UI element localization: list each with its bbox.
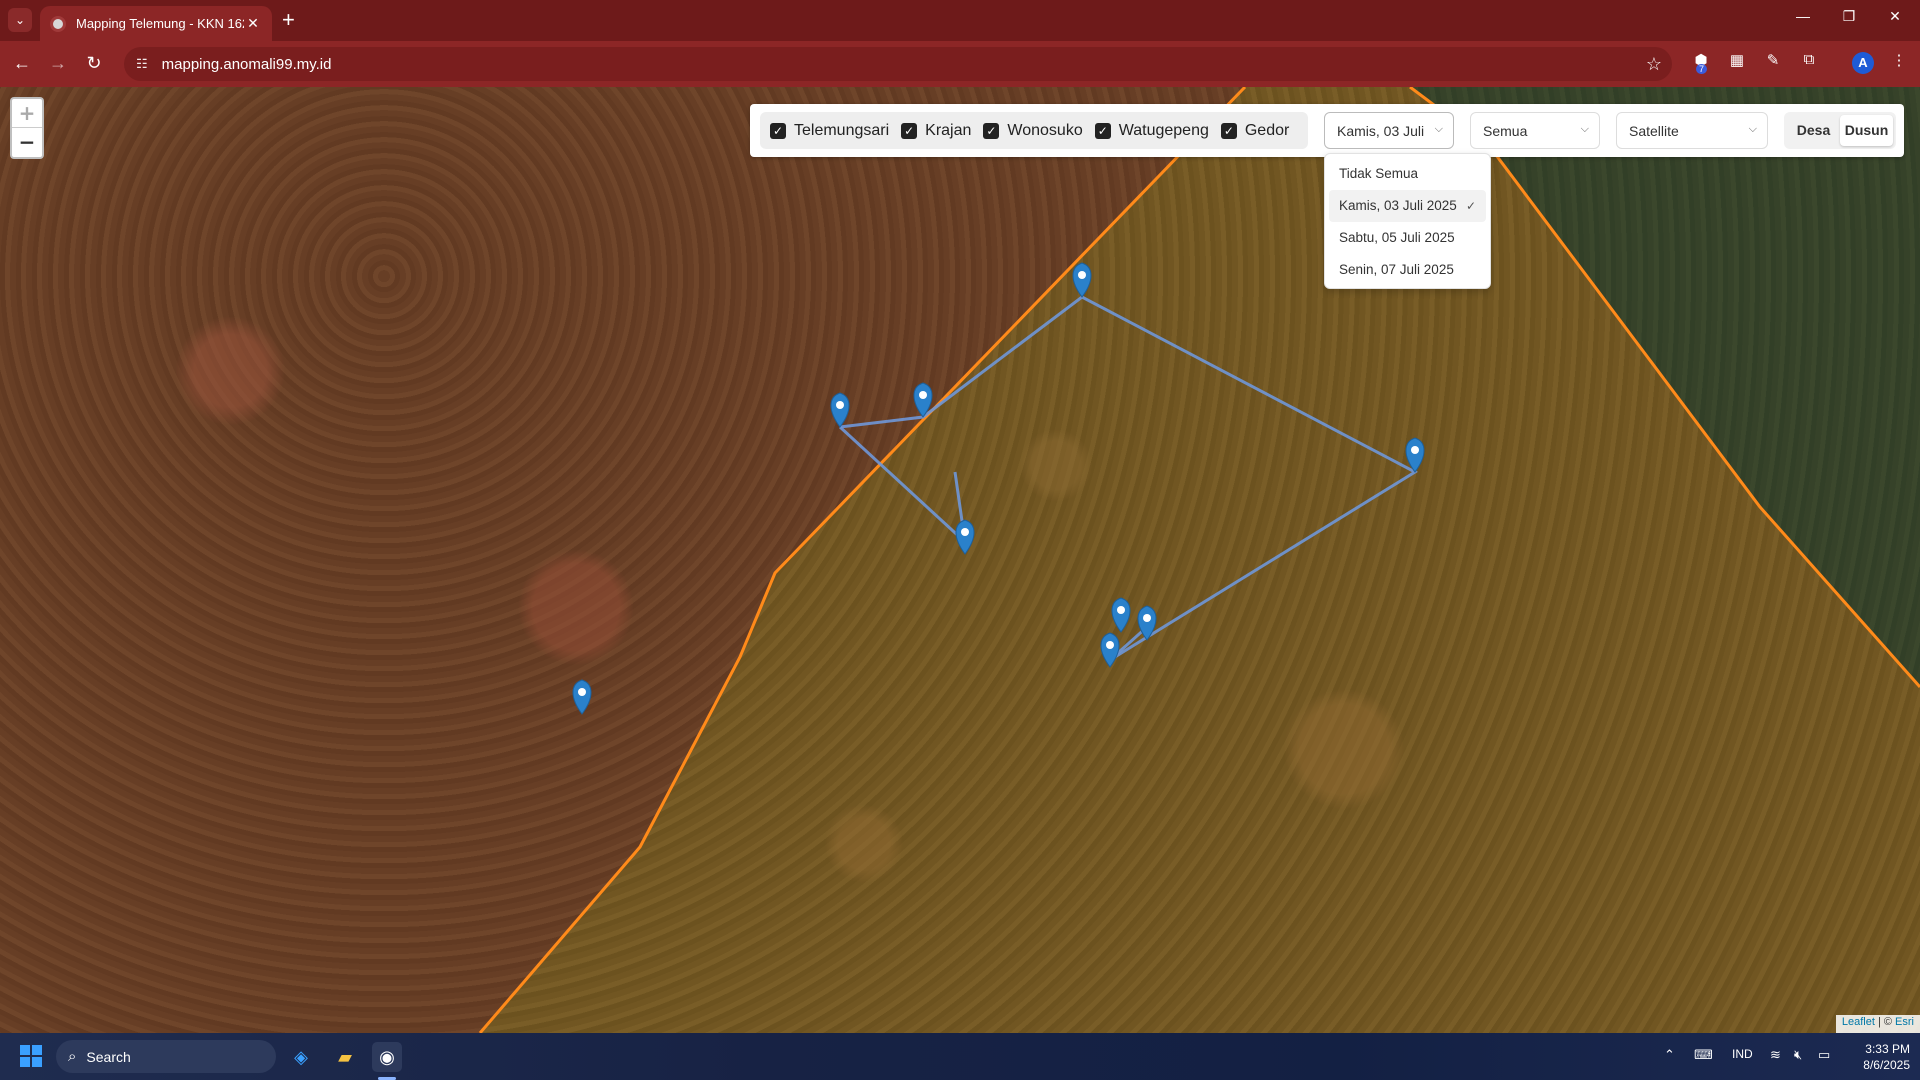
esri-link[interactable]: Esri bbox=[1895, 1016, 1914, 1028]
forward-icon[interactable]: → bbox=[46, 53, 70, 74]
checkbox-checked-icon[interactable]: ✓ bbox=[1094, 122, 1111, 139]
chevron-down-icon: ⌵ bbox=[1434, 123, 1443, 135]
wifi-icon[interactable]: ≋ bbox=[1770, 1047, 1781, 1063]
zoom-in-button[interactable]: + bbox=[12, 99, 42, 128]
map-overlay bbox=[0, 87, 1920, 1033]
zoom-out-button[interactable]: − bbox=[12, 128, 42, 157]
puzzle-icon[interactable]: ⧉ bbox=[1798, 51, 1820, 73]
toggle-desa[interactable]: Desa bbox=[1787, 115, 1840, 146]
back-icon[interactable]: ← bbox=[10, 53, 34, 74]
profile-avatar[interactable]: A bbox=[1852, 52, 1874, 74]
volume-muted-icon[interactable]: 🔇︎ bbox=[1794, 1047, 1802, 1063]
filter-panel: ✓ Telemungsari ✓ Krajan ✓ Wonosuko ✓ Watugep… bbox=[750, 104, 1904, 157]
site-info-icon[interactable]: ☷ bbox=[136, 56, 148, 72]
show-hidden-icons-icon[interactable]: ⌃ bbox=[1664, 1047, 1675, 1063]
dropdown-option-selected[interactable]: Kamis, 03 Juli 2025 ✓ bbox=[1329, 190, 1486, 222]
chevron-down-icon: ⌵ bbox=[1580, 123, 1589, 135]
checkbox-wonosuko[interactable]: ✓ Wonosuko bbox=[983, 122, 1083, 140]
vscode-icon[interactable]: ◈ bbox=[286, 1042, 316, 1072]
region-checkbox-group: ✓ Telemungsari ✓ Krajan ✓ Wonosuko ✓ Watugep… bbox=[760, 112, 1308, 149]
new-tab-button[interactable]: + bbox=[282, 8, 295, 32]
date-select[interactable]: Kamis, 03 Juli ⌵ bbox=[1324, 112, 1454, 149]
browser-tab-bar: ⌄ Mapping Telemung - KKN 162 ✕ + — ❐ ✕ bbox=[0, 0, 1920, 41]
checkbox-checked-icon[interactable]: ✓ bbox=[1220, 122, 1237, 139]
battery-icon[interactable]: ▭ bbox=[1818, 1047, 1830, 1063]
windows-taskbar: ⌕ Search ◈ ▰ ◉ ⌃ ⌨ IND ≋ 🔇︎ ▭ 3:33 PM 8/… bbox=[0, 1033, 1920, 1080]
dropdown-option[interactable]: Senin, 07 Juli 2025 bbox=[1329, 254, 1486, 286]
level-toggle: Desa Dusun bbox=[1784, 112, 1896, 149]
checkbox-krajan[interactable]: ✓ Krajan bbox=[901, 122, 971, 140]
checkbox-gedor[interactable]: ✓ Gedor bbox=[1220, 122, 1289, 140]
keyboard-icon[interactable]: ⌨ bbox=[1694, 1047, 1713, 1063]
reload-icon[interactable]: ↻ bbox=[82, 53, 106, 74]
address-toolbar: ← → ↻ ☷ mapping.anomali99.my.id ☆ bbox=[0, 41, 1920, 87]
language-indicator[interactable]: IND bbox=[1732, 1047, 1753, 1061]
bookmark-star-icon[interactable]: ☆ bbox=[1646, 54, 1662, 75]
pen-icon[interactable]: ✎ bbox=[1762, 51, 1784, 73]
restore-icon[interactable]: ❐ bbox=[1826, 8, 1872, 25]
extension-icon-2[interactable]: ▦ bbox=[1726, 51, 1748, 73]
search-icon: ⌕ bbox=[68, 1048, 77, 1065]
toggle-dusun[interactable]: Dusun bbox=[1840, 115, 1893, 146]
chevron-down-icon: ⌵ bbox=[1748, 123, 1757, 135]
dropdown-option[interactable]: Tidak Semua bbox=[1329, 158, 1486, 190]
map-attribution: Leaflet | © Esri bbox=[1835, 1015, 1920, 1033]
windows-start-icon[interactable] bbox=[20, 1045, 42, 1067]
leaflet-link[interactable]: Leaflet bbox=[1842, 1016, 1875, 1028]
filter-select[interactable]: Semua ⌵ bbox=[1470, 112, 1600, 149]
site-favicon-icon bbox=[50, 15, 66, 32]
dropdown-option[interactable]: Sabtu, 05 Juli 2025 bbox=[1329, 222, 1486, 254]
minimize-icon[interactable]: — bbox=[1780, 8, 1826, 24]
map-view[interactable]: + − ✓ Telemungsari ✓ Krajan ✓ Wonosuko ✓ Wat… bbox=[0, 87, 1920, 1033]
tab-title: Mapping Telemung - KKN 162 bbox=[76, 16, 244, 31]
chrome-icon[interactable]: ◉ bbox=[372, 1042, 402, 1072]
checkbox-checked-icon[interactable]: ✓ bbox=[901, 122, 918, 139]
checkbox-telemungsari[interactable]: ✓ Telemungsari bbox=[770, 122, 889, 140]
browser-menu-icon[interactable]: ⋮ bbox=[1888, 51, 1910, 73]
browser-tab[interactable]: Mapping Telemung - KKN 162 ✕ bbox=[40, 6, 272, 41]
zoom-control: + − bbox=[10, 97, 44, 159]
date-dropdown-menu: Tidak Semua Kamis, 03 Juli 2025 ✓ Sabtu,… bbox=[1324, 153, 1491, 289]
window-close-icon[interactable]: ✕ bbox=[1872, 8, 1918, 25]
tab-close-icon[interactable]: ✕ bbox=[244, 15, 262, 32]
checkbox-watugepeng[interactable]: ✓ Watugepeng bbox=[1094, 122, 1209, 140]
address-bar[interactable]: ☷ mapping.anomali99.my.id ☆ bbox=[124, 47, 1672, 81]
taskbar-search[interactable]: ⌕ Search bbox=[56, 1040, 276, 1073]
tab-search-button[interactable]: ⌄ bbox=[8, 8, 32, 32]
system-clock[interactable]: 3:33 PM 8/6/2025 bbox=[1846, 1041, 1910, 1073]
check-icon: ✓ bbox=[1465, 199, 1476, 213]
extension-badge: 7 bbox=[1696, 64, 1708, 74]
checkbox-checked-icon[interactable]: ✓ bbox=[770, 122, 786, 139]
layer-select[interactable]: Satellite ⌵ bbox=[1616, 112, 1768, 149]
checkbox-checked-icon[interactable]: ✓ bbox=[983, 122, 1000, 139]
url-text: mapping.anomali99.my.id bbox=[161, 55, 332, 73]
file-explorer-icon[interactable]: ▰ bbox=[330, 1042, 360, 1072]
